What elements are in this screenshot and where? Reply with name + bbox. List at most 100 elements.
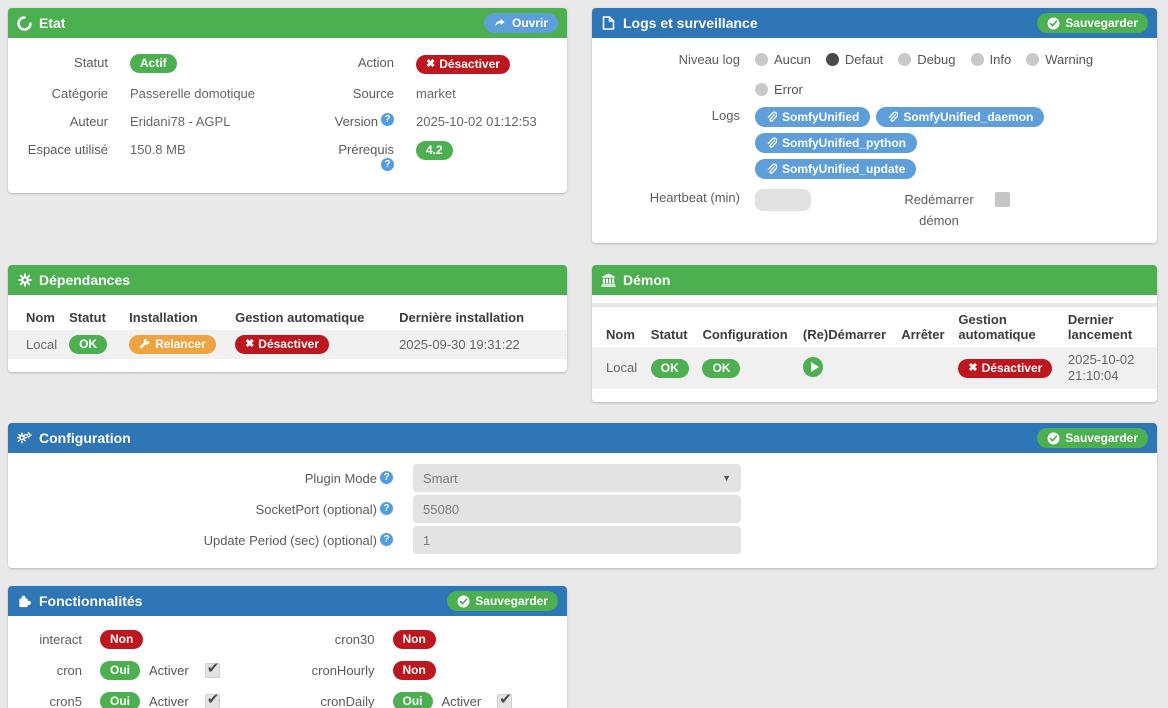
statut-badge: Actif — [130, 54, 177, 73]
feature-cron30-label: cron30 — [334, 632, 375, 647]
feature-cron5-state: Oui — [100, 692, 140, 708]
panel-logs-title: Logs et surveillance — [623, 15, 758, 31]
panel-logs-header: Logs et surveillance Sauvegarder — [592, 8, 1157, 38]
heartbeat-label: Heartbeat (min) — [649, 190, 740, 205]
panel-fonctionnalites: Fonctionnalités Sauvegarder interact Non… — [8, 586, 567, 708]
radio-icon — [755, 53, 768, 66]
prerequis-badge: 4.2 — [416, 141, 453, 160]
panel-logs: Logs et surveillance Sauvegarder Niveau … — [592, 8, 1157, 243]
save-features-button[interactable]: Sauvegarder — [447, 591, 558, 611]
ouvrir-label: Ouvrir — [511, 16, 548, 30]
action-label: Action — [357, 55, 394, 70]
col-gestion-automatique: Gestion automatique — [958, 312, 1036, 342]
help-icon[interactable]: ? — [380, 532, 393, 546]
desactiver-plugin-button[interactable]: ✖ Désactiver — [416, 55, 510, 74]
gears-icon — [17, 431, 32, 446]
auteur-label: Auteur — [69, 114, 108, 129]
paperclip-icon — [767, 163, 777, 174]
puzzle-icon — [17, 594, 32, 609]
niveau-log-label: Niveau log — [678, 52, 740, 67]
col-nom: Nom — [606, 327, 635, 342]
feature-cron-state: Oui — [100, 661, 140, 680]
help-icon[interactable]: ? — [380, 501, 393, 515]
radio-icon — [970, 53, 984, 66]
features-body: interact Non cron Oui Activer ✔ cron5 Ou… — [8, 616, 567, 708]
col-arreter: Arrêter — [901, 327, 945, 342]
plugin-mode-select[interactable]: Smart ▼ — [413, 464, 741, 492]
espace-value: 150.8 MB — [130, 142, 186, 157]
file-icon — [601, 16, 616, 31]
plugin-config-page: Etat Ouvrir Statut Actif Action ✖ Désact… — [0, 0, 1168, 708]
update-period-label: Update Period (sec) (optional)? — [8, 532, 393, 548]
panel-etat-header: Etat Ouvrir — [8, 8, 567, 38]
demon-configuration-badge: OK — [702, 358, 741, 378]
panel-etat: Etat Ouvrir Statut Actif Action ✖ Désact… — [8, 8, 567, 193]
panel-configuration-header: Configuration Sauvegarder — [8, 423, 1157, 453]
bank-icon — [601, 273, 616, 288]
restart-daemon-label: Redémarrer démon — [904, 192, 974, 228]
restart-daemon-checkbox[interactable] — [995, 192, 1010, 207]
restart-daemon-play-button[interactable] — [802, 356, 823, 377]
logs-label: Logs — [711, 108, 740, 123]
socketport-input[interactable] — [413, 495, 741, 523]
socketport-label: SocketPort (optional)? — [8, 501, 393, 517]
log-pill-somfyunified-python[interactable]: SomfyUnified_python — [755, 133, 918, 153]
col-gestion-automatique: Gestion automatique — [235, 310, 365, 325]
log-pill-somfyunified-daemon[interactable]: SomfyUnified_daemon — [876, 107, 1045, 127]
check-icon: ✔ — [499, 691, 512, 708]
ouvrir-button[interactable]: Ouvrir — [483, 13, 558, 33]
col-configuration: Configuration — [702, 327, 788, 342]
top-row: Etat Ouvrir Statut Actif Action ✖ Désact… — [8, 8, 1157, 243]
configuration-body: Plugin Mode? Smart ▼ SocketPort (optiona… — [8, 453, 1157, 568]
gear-icon — [17, 273, 32, 288]
log-pill-somfyunified[interactable]: SomfyUnified — [755, 107, 871, 127]
prerequis-label: Prérequis ? — [338, 142, 394, 171]
radio-icon — [755, 83, 768, 96]
statut-label: Statut — [74, 55, 108, 70]
x-icon: ✖ — [245, 338, 255, 350]
col-dernier-lancement: Dernier lancement — [1067, 312, 1133, 342]
col-derniere-installation: Dernière installation — [399, 310, 525, 325]
save-logs-button[interactable]: Sauvegarder — [1037, 13, 1148, 33]
features-left-column: interact Non cron Oui Activer ✔ cron5 Ou… — [8, 630, 283, 708]
check-circle-icon — [457, 595, 470, 608]
check-circle-icon — [1047, 17, 1060, 30]
radio-level-defaut[interactable]: Defaut — [825, 52, 883, 67]
demon-nom: Local — [606, 360, 638, 375]
save-configuration-button[interactable]: Sauvegarder — [1037, 428, 1148, 448]
desactiver-dependances-button[interactable]: ✖ Désactiver — [235, 335, 330, 354]
feature-cron-checkbox[interactable]: ✔ — [204, 660, 220, 678]
radio-level-error[interactable]: Error — [755, 82, 803, 97]
circle-notch-icon — [17, 15, 32, 31]
log-pill-somfyunified-update[interactable]: SomfyUnified_update — [755, 159, 917, 179]
relancer-button[interactable]: Relancer — [129, 335, 216, 354]
radio-level-aucun[interactable]: Aucun — [755, 52, 811, 67]
heartbeat-input[interactable] — [755, 189, 811, 211]
panel-configuration-title: Configuration — [39, 430, 131, 446]
feature-cron5-checkbox[interactable]: ✔ — [204, 691, 220, 708]
feature-cron-label: cron — [56, 663, 82, 678]
feature-crondaily-checkbox[interactable]: ✔ — [497, 691, 513, 708]
heartbeat-row: Redémarrer démon — [755, 189, 1145, 231]
desactiver-demon-button[interactable]: ✖ Désactiver — [958, 358, 1053, 378]
help-icon[interactable]: ? — [381, 158, 394, 171]
check-circle-icon — [1047, 432, 1060, 445]
col-redemarrer: (Re)Démarrer — [802, 327, 887, 342]
feature-crondaily-state: Oui — [392, 692, 433, 708]
radio-level-info[interactable]: Info — [970, 52, 1011, 67]
radio-level-debug[interactable]: Debug — [898, 52, 956, 67]
paperclip-icon — [767, 137, 777, 148]
source-label: Source — [352, 86, 394, 101]
feature-cronhourly-state: Non — [392, 661, 436, 680]
update-period-input[interactable] — [413, 526, 741, 554]
help-icon[interactable]: ? — [380, 470, 393, 484]
radio-level-warning[interactable]: Warning — [1026, 52, 1093, 67]
panel-dependances: Dépendances Nom Statut Installation Gest… — [8, 265, 567, 372]
help-icon[interactable]: ? — [381, 113, 394, 126]
etat-body: Statut Actif Action ✖ Désactiver Catégor… — [8, 38, 567, 193]
save-logs-label: Sauvegarder — [1065, 16, 1138, 30]
log-level-radios: Aucun Defaut Debug Info Warning Error — [755, 51, 1145, 97]
dependances-row-local: Local OK Relancer ✖ Désactiver 2025-09-3… — [8, 330, 567, 359]
panel-demon-title: Démon — [623, 272, 671, 288]
dependances-header-row: Nom Statut Installation Gestion automati… — [8, 305, 567, 330]
